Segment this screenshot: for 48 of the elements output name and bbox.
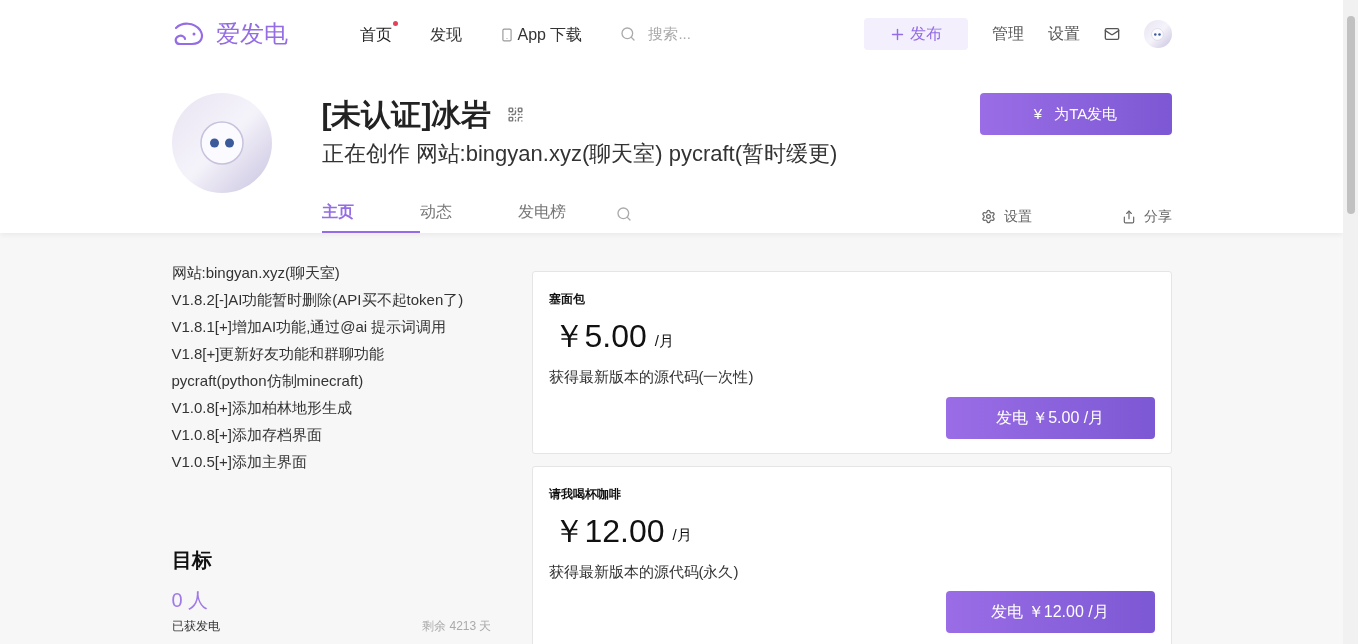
plan-support-button[interactable]: 发电 ￥5.00 /月 xyxy=(945,396,1155,439)
nav-action-link[interactable]: 管理 xyxy=(991,22,1024,46)
about-line: V1.0.8[+]添加存档界面 xyxy=(171,425,323,445)
search-field[interactable]: 搜索... xyxy=(648,22,849,46)
plan-name: 请我喝杯咖啡 xyxy=(548,485,622,503)
profile-tab[interactable]: 动态 xyxy=(419,200,518,233)
profile-tab[interactable]: 主页 xyxy=(321,200,420,233)
settings-link[interactable]: 设置 xyxy=(980,200,1032,233)
plan-price: ￥12.00 xyxy=(552,511,665,551)
goal-title: 目标 xyxy=(171,548,213,573)
profile-tab[interactable]: 发电榜 xyxy=(517,200,616,233)
nav-link[interactable]: App 下载 xyxy=(499,21,589,47)
nav-link[interactable]: 首页 xyxy=(359,21,398,47)
plan-unit: /月 xyxy=(672,525,692,545)
supporter-count: 0 人 xyxy=(171,588,210,613)
share-link[interactable]: 分享 xyxy=(1121,200,1172,233)
search-icon[interactable] xyxy=(615,206,632,222)
publish-button[interactable]: 发布 xyxy=(863,18,968,50)
about-line: 网站:bingyan.xyz(聊天室) xyxy=(171,263,341,283)
yen-icon: ¥ xyxy=(1033,102,1043,126)
days-remaining: 剩余 4213 天 xyxy=(422,618,492,635)
phone-icon xyxy=(499,28,514,42)
about-line: V1.0.8[+]添加柏林地形生成 xyxy=(171,398,353,418)
scrollbar[interactable] xyxy=(1343,0,1358,644)
goal-label: 已获发电 xyxy=(171,618,220,635)
about-line: V1.8.1[+]增加AI功能,通过@ai 提示词调用 xyxy=(171,317,448,337)
settings-icon xyxy=(980,209,996,224)
profile-name: [未认证]冰岩 xyxy=(321,96,492,133)
about-line: V1.8.2[-]AI功能暂时删除(API买不起token了) xyxy=(171,290,465,310)
mail-icon[interactable] xyxy=(1103,26,1120,42)
share-icon xyxy=(1121,209,1136,224)
nav-action-link[interactable]: 设置 xyxy=(1047,22,1080,46)
plan-name: 塞面包 xyxy=(548,291,586,308)
plan-description: 获得最新版本的源代码(永久) xyxy=(548,561,740,582)
user-avatar xyxy=(1143,20,1172,48)
search-icon xyxy=(620,26,637,42)
about-line: pycraft(python仿制minecraft) xyxy=(171,371,365,391)
plan-support-button[interactable]: 发电 ￥12.00 /月 xyxy=(945,591,1155,633)
plan-price: ￥5.00 xyxy=(552,317,647,356)
support-button[interactable]: ¥ 为TA发电 xyxy=(979,93,1172,135)
profile-bio: 正在创作 网站:bingyan.xyz(聊天室) pycraft(暂时缓更) xyxy=(321,140,839,168)
logo-text[interactable]: 爱发电 xyxy=(215,16,288,52)
about-line: V1.0.5[+]添加主界面 xyxy=(171,452,308,472)
about-line: V1.8[+]更新好友功能和群聊功能 xyxy=(171,344,386,364)
plan-description: 获得最新版本的源代码(一次性) xyxy=(548,367,755,387)
nav-link[interactable]: 发现 xyxy=(429,21,468,47)
qr-code-icon[interactable] xyxy=(507,105,525,123)
plan-unit: /月 xyxy=(654,330,674,351)
